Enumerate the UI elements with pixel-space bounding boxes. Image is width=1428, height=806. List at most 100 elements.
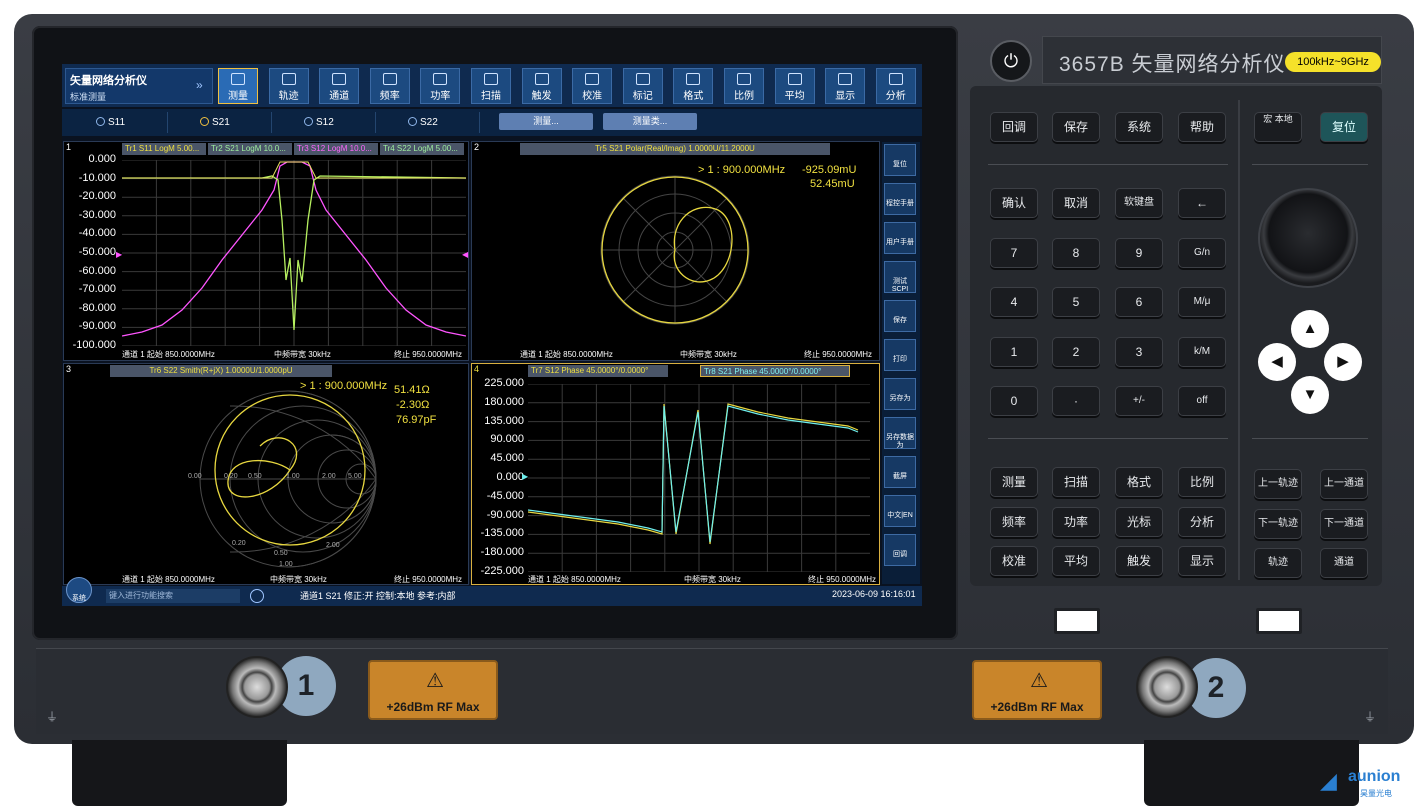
trace-label-tr8[interactable]: Tr8 S21 Phase 45.0000°/0.0000° [700,365,850,377]
softkey-8[interactable]: 截屏 [884,456,916,488]
nav-key-2-1[interactable]: 通道 [1320,548,1368,578]
app-title-box[interactable]: 矢量网络分析仪 标准测量 » [65,68,213,104]
entry-key-0-1[interactable]: 取消 [1052,188,1100,218]
entry-key-0-0[interactable]: 确认 [990,188,1038,218]
toolbar-button-1[interactable]: 轨迹 [268,68,309,104]
pane-2-polar[interactable]: 2 Tr5 S21 Polar(Real/Imag) 1.0000U/11.20… [471,141,880,361]
trace-label-tr4[interactable]: Tr4 S22 LogM 5.00... [380,143,464,155]
function-key-2-0[interactable]: 校准 [990,546,1038,576]
port-tab-s11[interactable]: S11 [66,112,168,133]
hardkey-3[interactable]: 帮助 [1178,112,1226,142]
function-key-1-1[interactable]: 功率 [1052,506,1100,537]
toolbar-button-9[interactable]: 格式 [673,68,714,104]
entry-key-2-0[interactable]: 4 [990,287,1038,317]
softkey-6[interactable]: 另存为 [884,378,916,410]
entry-key-0-2[interactable]: 软键盘 [1115,188,1163,218]
toolbar-button-12[interactable]: 显示 [825,68,866,104]
entry-key-3-1[interactable]: 2 [1052,336,1100,367]
function-key-1-3[interactable]: 分析 [1178,506,1226,537]
hardkey-2[interactable]: 系统 [1115,112,1163,142]
pane-1-logmag[interactable]: 1 Tr1 S11 LogM 5.00... Tr2 S21 LogM 10.0… [63,141,469,361]
function-key-0-2[interactable]: 格式 [1115,467,1163,497]
macro-local-key[interactable]: 宏 本地 [1254,112,1302,142]
trace-label-tr7[interactable]: Tr7 S12 Phase 45.0000°/0.0000° [528,365,668,377]
pane-3-smith[interactable]: 3 Tr6 S22 Smith(R+jX) 1.0000U/1.0000pU >… [63,363,469,585]
port-tab-s12[interactable]: S12 [274,112,376,133]
nav-key-0-0[interactable]: 上一轨迹 [1254,469,1302,499]
pane-4-phase[interactable]: 4 Tr7 S12 Phase 45.0000°/0.0000° Tr8 S21… [471,363,880,585]
toolbar-button-0[interactable]: 测量 [218,68,258,104]
entry-key-2-2[interactable]: 6 [1115,287,1163,317]
chevron-down-icon[interactable]: » [196,78,203,92]
entry-key-1-1[interactable]: 8 [1052,237,1100,268]
entry-key-1-2[interactable]: 9 [1115,237,1163,268]
toolbar-button-6[interactable]: 触发 [521,68,562,104]
function-key-0-1[interactable]: 扫描 [1052,467,1100,497]
measure-class-button[interactable]: 测量类... [603,113,697,130]
arrow-up-icon[interactable]: ▲ [1291,310,1329,348]
entry-key-4-2[interactable]: +/- [1115,386,1163,416]
softkey-5[interactable]: 打印 [884,339,916,371]
hardkey-1[interactable]: 保存 [1052,112,1100,142]
arrow-left-icon[interactable]: ◀ [1258,343,1296,381]
arrow-down-icon[interactable]: ▼ [1291,376,1329,414]
toolbar-button-7[interactable]: 校准 [572,68,613,104]
function-key-1-2[interactable]: 光标 [1115,506,1163,537]
trace-label-tr2[interactable]: Tr2 S21 LogM 10.0... [208,143,292,155]
usb-port-left[interactable] [1054,608,1100,634]
rotary-knob[interactable] [1258,188,1358,288]
entry-key-4-3[interactable]: off [1178,386,1226,416]
usb-port-right[interactable] [1256,608,1302,634]
function-search-input[interactable]: 键入进行功能搜索 [106,589,240,603]
softkey-2[interactable]: 用户手册 [884,222,916,254]
function-key-2-3[interactable]: 显示 [1178,546,1226,576]
reset-key[interactable]: 复位 [1320,112,1368,142]
softkey-9[interactable]: 中文|EN [884,495,916,527]
function-key-1-0[interactable]: 频率 [990,506,1038,537]
port-tab-s22[interactable]: S22 [378,112,480,133]
nav-key-1-0[interactable]: 下一轨迹 [1254,508,1302,539]
system-button[interactable]: 系统 [66,577,92,603]
entry-key-4-1[interactable]: · [1052,386,1100,416]
nav-key-1-1[interactable]: 下一通道 [1320,508,1368,539]
port-tab-s21[interactable]: S21 [170,112,272,133]
nav-key-0-1[interactable]: 上一通道 [1320,469,1368,499]
nav-key-2-0[interactable]: 轨迹 [1254,548,1302,578]
entry-key-1-0[interactable]: 7 [990,237,1038,268]
softkey-4[interactable]: 保存 [884,300,916,332]
trace-label-tr3[interactable]: Tr3 S12 LogM 10.0... [294,143,378,155]
entry-key-2-1[interactable]: 5 [1052,287,1100,317]
trace-label-tr1[interactable]: Tr1 S11 LogM 5.00... [122,143,206,155]
port-1-connector[interactable] [226,656,288,718]
trace-label-tr5[interactable]: Tr5 S21 Polar(Real/Imag) 1.0000U/11.2000… [520,143,830,155]
function-key-0-3[interactable]: 比例 [1178,467,1226,497]
entry-key-4-0[interactable]: 0 [990,386,1038,416]
softkey-7[interactable]: 另存数据为 [884,417,916,449]
function-key-2-2[interactable]: 触发 [1115,546,1163,576]
toolbar-button-11[interactable]: 平均 [774,68,815,104]
search-icon[interactable] [250,589,264,603]
toolbar-button-4[interactable]: 功率 [420,68,461,104]
entry-key-1-3[interactable]: G/n [1178,237,1226,268]
arrow-right-icon[interactable]: ▶ [1324,343,1362,381]
measure-button[interactable]: 测量... [499,113,593,130]
power-button[interactable]: ⏻ [990,40,1032,82]
toolbar-button-13[interactable]: 分析 [875,68,916,104]
softkey-1[interactable]: 程控手册 [884,183,916,215]
toolbar-button-8[interactable]: 标记 [622,68,663,104]
entry-key-0-3[interactable]: ← [1178,188,1226,218]
softkey-0[interactable]: 复位 [884,144,916,176]
toolbar-button-3[interactable]: 频率 [369,68,410,104]
entry-key-2-3[interactable]: M/μ [1178,287,1226,317]
port-2-connector[interactable] [1136,656,1198,718]
entry-key-3-3[interactable]: k/M [1178,336,1226,367]
trace-label-tr6[interactable]: Tr6 S22 Smith(R+jX) 1.0000U/1.0000pU [110,365,332,377]
entry-key-3-0[interactable]: 1 [990,336,1038,367]
toolbar-button-2[interactable]: 通道 [319,68,360,104]
toolbar-button-10[interactable]: 比例 [724,68,764,104]
softkey-10[interactable]: 回调 [884,534,916,566]
function-key-2-1[interactable]: 平均 [1052,546,1100,576]
softkey-3[interactable]: 测试SCPI [884,261,916,293]
entry-key-3-2[interactable]: 3 [1115,336,1163,367]
function-key-0-0[interactable]: 测量 [990,467,1038,497]
